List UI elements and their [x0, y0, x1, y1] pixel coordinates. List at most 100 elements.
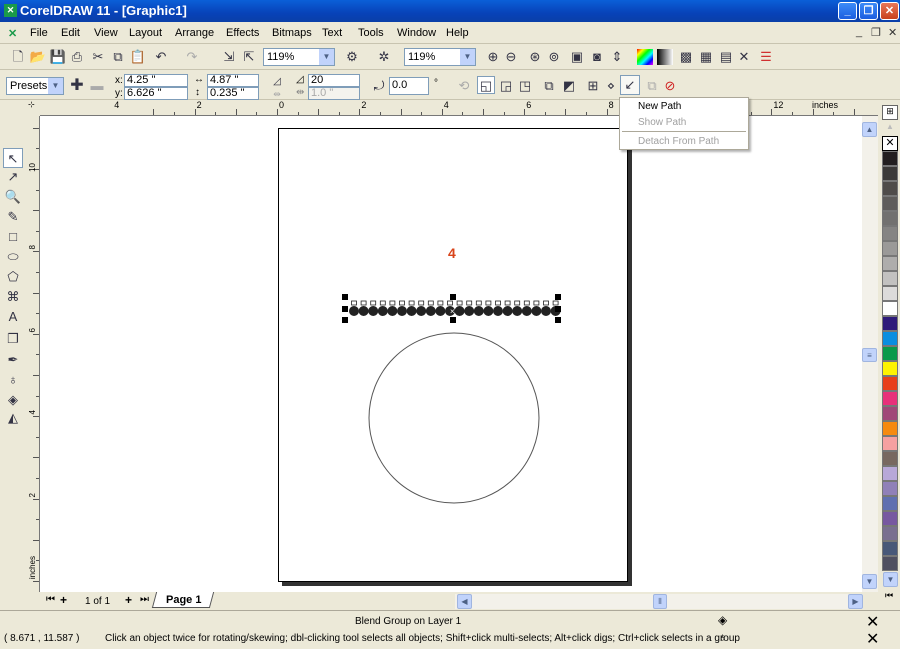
x-position-input[interactable]: 4.25 "	[124, 74, 188, 87]
vertical-ruler[interactable]: inches 10 8 6 4 2	[28, 116, 40, 592]
minimize-button[interactable]: _	[838, 2, 857, 20]
circle-path[interactable]	[368, 332, 540, 504]
color-acceleration-icon[interactable]: ◩	[560, 77, 578, 95]
copy-blend-icon[interactable]: ⧉	[643, 77, 661, 95]
fountain-fill-icon[interactable]	[657, 49, 673, 65]
color-swatch[interactable]	[882, 331, 898, 346]
chevron-down-icon[interactable]: ▼	[319, 49, 334, 65]
save-icon[interactable]: 💾	[49, 48, 67, 66]
polygon-tool-icon[interactable]: ⬠	[3, 267, 23, 287]
zoom-all-icon[interactable]: ⊚	[545, 48, 563, 66]
doc-restore-button[interactable]: ❐	[871, 26, 881, 39]
selection-handle[interactable]	[555, 294, 561, 300]
outline-indicator-icon[interactable]: ♁	[718, 630, 727, 644]
ellipse-tool-icon[interactable]: ⬭	[3, 247, 23, 267]
palette-scroll-down-icon[interactable]: ▼	[883, 572, 898, 587]
zoom-tool-icon[interactable]: 🔍	[3, 187, 23, 207]
color-swatch[interactable]	[882, 496, 898, 511]
outline-tool-icon[interactable]: ♁	[3, 370, 23, 390]
zoom-combo[interactable]: 119% ▼	[404, 48, 476, 66]
zoom-height-icon[interactable]: ⇕	[608, 48, 626, 66]
selection-handle[interactable]	[342, 294, 348, 300]
color-swatch[interactable]	[882, 151, 898, 166]
selection-handle[interactable]	[342, 306, 348, 312]
options-icon[interactable]: ☰	[757, 48, 775, 66]
more-blend-options-icon[interactable]: ⋄	[602, 77, 620, 95]
close-button[interactable]: ✕	[880, 2, 899, 20]
menu-item-new-path[interactable]: New Path	[638, 101, 681, 112]
y-position-input[interactable]: 6.626 "	[124, 87, 188, 100]
print-icon[interactable]: ⎙	[68, 48, 86, 66]
outline-none-icon[interactable]: ✕	[866, 629, 879, 649]
horizontal-scroll-thumb[interactable]: ⦀	[653, 594, 667, 609]
chevron-down-icon[interactable]: ▼	[460, 49, 475, 65]
zoom-width-icon[interactable]: ◙	[588, 48, 606, 66]
interactive-blend-tool-icon[interactable]: ❐	[3, 329, 23, 349]
add-page-before-icon[interactable]: +	[60, 593, 67, 607]
basic-shapes-tool-icon[interactable]: ⌘	[3, 287, 23, 307]
rectangle-tool-icon[interactable]: □	[3, 227, 23, 247]
no-fill-icon[interactable]: ✕	[735, 48, 753, 66]
application-launcher-icon[interactable]: ⚙	[343, 48, 361, 66]
scroll-right-button[interactable]: ▶	[848, 594, 863, 609]
loop-blend-icon[interactable]: ⟲	[455, 77, 473, 95]
color-swatch[interactable]	[882, 406, 898, 421]
clear-blend-icon[interactable]: ⊘	[661, 77, 679, 95]
menu-file[interactable]: File	[30, 27, 48, 39]
new-icon[interactable]: 🗋	[9, 48, 27, 66]
palette-menu-icon[interactable]: ⊞	[882, 105, 898, 120]
doc-minimize-button[interactable]: _	[856, 26, 862, 38]
color-swatch[interactable]	[882, 436, 898, 451]
zoom-in-icon[interactable]: ⊕	[484, 48, 502, 66]
menu-edit[interactable]: Edit	[61, 27, 80, 39]
color-swatch[interactable]	[882, 211, 898, 226]
horizontal-ruler[interactable]: 4 2 0 2 4 6 8 12 inches	[40, 100, 878, 116]
scroll-left-button[interactable]: ◀	[457, 594, 472, 609]
blend-group[interactable]	[349, 300, 561, 316]
presets-combo[interactable]: Presets... ▼	[6, 77, 64, 95]
pick-tool-icon[interactable]: ↖	[3, 148, 23, 168]
color-swatch[interactable]	[882, 466, 898, 481]
palette-scroll-up-icon[interactable]: ▲	[882, 122, 898, 136]
rotation-input[interactable]: 0.0	[389, 77, 429, 95]
selection-handle[interactable]	[555, 317, 561, 323]
interactive-fill-tool-icon[interactable]: ◭	[3, 408, 23, 428]
selection-handle[interactable]	[450, 294, 456, 300]
fill-indicator-icon[interactable]: ◈	[718, 613, 727, 627]
last-page-icon[interactable]: ⏭	[140, 594, 149, 605]
cut-icon[interactable]: ✂	[89, 48, 107, 66]
text-tool-icon[interactable]: A	[3, 307, 23, 327]
color-swatch[interactable]	[882, 271, 898, 286]
menu-tools[interactable]: Tools	[358, 27, 384, 39]
color-swatch[interactable]	[882, 391, 898, 406]
color-swatch[interactable]	[882, 301, 898, 316]
menu-text[interactable]: Text	[322, 27, 342, 39]
texture-fill-icon[interactable]: ▦	[697, 48, 715, 66]
counterclockwise-blend-icon[interactable]: ◳	[516, 77, 534, 95]
fill-tool-icon[interactable]: ◈	[3, 390, 23, 410]
remove-preset-icon[interactable]: ▬	[88, 77, 106, 95]
color-swatch[interactable]	[882, 556, 898, 571]
direct-blend-icon[interactable]: ◱	[477, 76, 495, 94]
menu-item-detach-from-path[interactable]: Detach From Path	[638, 136, 719, 147]
vertical-scrollbar[interactable]: ▲ ≡ ▼	[862, 116, 878, 592]
import-icon[interactable]: ⇲	[220, 48, 238, 66]
color-swatch[interactable]	[882, 376, 898, 391]
selection-handle[interactable]	[342, 317, 348, 323]
color-swatch[interactable]	[882, 481, 898, 496]
menu-view[interactable]: View	[94, 27, 118, 39]
steps-input[interactable]: 20	[308, 74, 360, 87]
color-swatch[interactable]	[882, 541, 898, 556]
color-swatch[interactable]	[882, 286, 898, 301]
color-swatch[interactable]	[882, 361, 898, 376]
color-swatch[interactable]	[882, 196, 898, 211]
selection-handle[interactable]	[450, 317, 456, 323]
menu-window[interactable]: Window	[397, 27, 436, 39]
scroll-up-button[interactable]: ▲	[862, 122, 877, 137]
menu-effects[interactable]: Effects	[226, 27, 259, 39]
color-swatch[interactable]	[882, 166, 898, 181]
drawing-canvas[interactable]: 4 ×	[40, 116, 862, 592]
postscript-fill-icon[interactable]: ▤	[717, 48, 735, 66]
zoom-out-icon[interactable]: ⊖	[502, 48, 520, 66]
undo-icon[interactable]: ↶	[152, 48, 170, 66]
